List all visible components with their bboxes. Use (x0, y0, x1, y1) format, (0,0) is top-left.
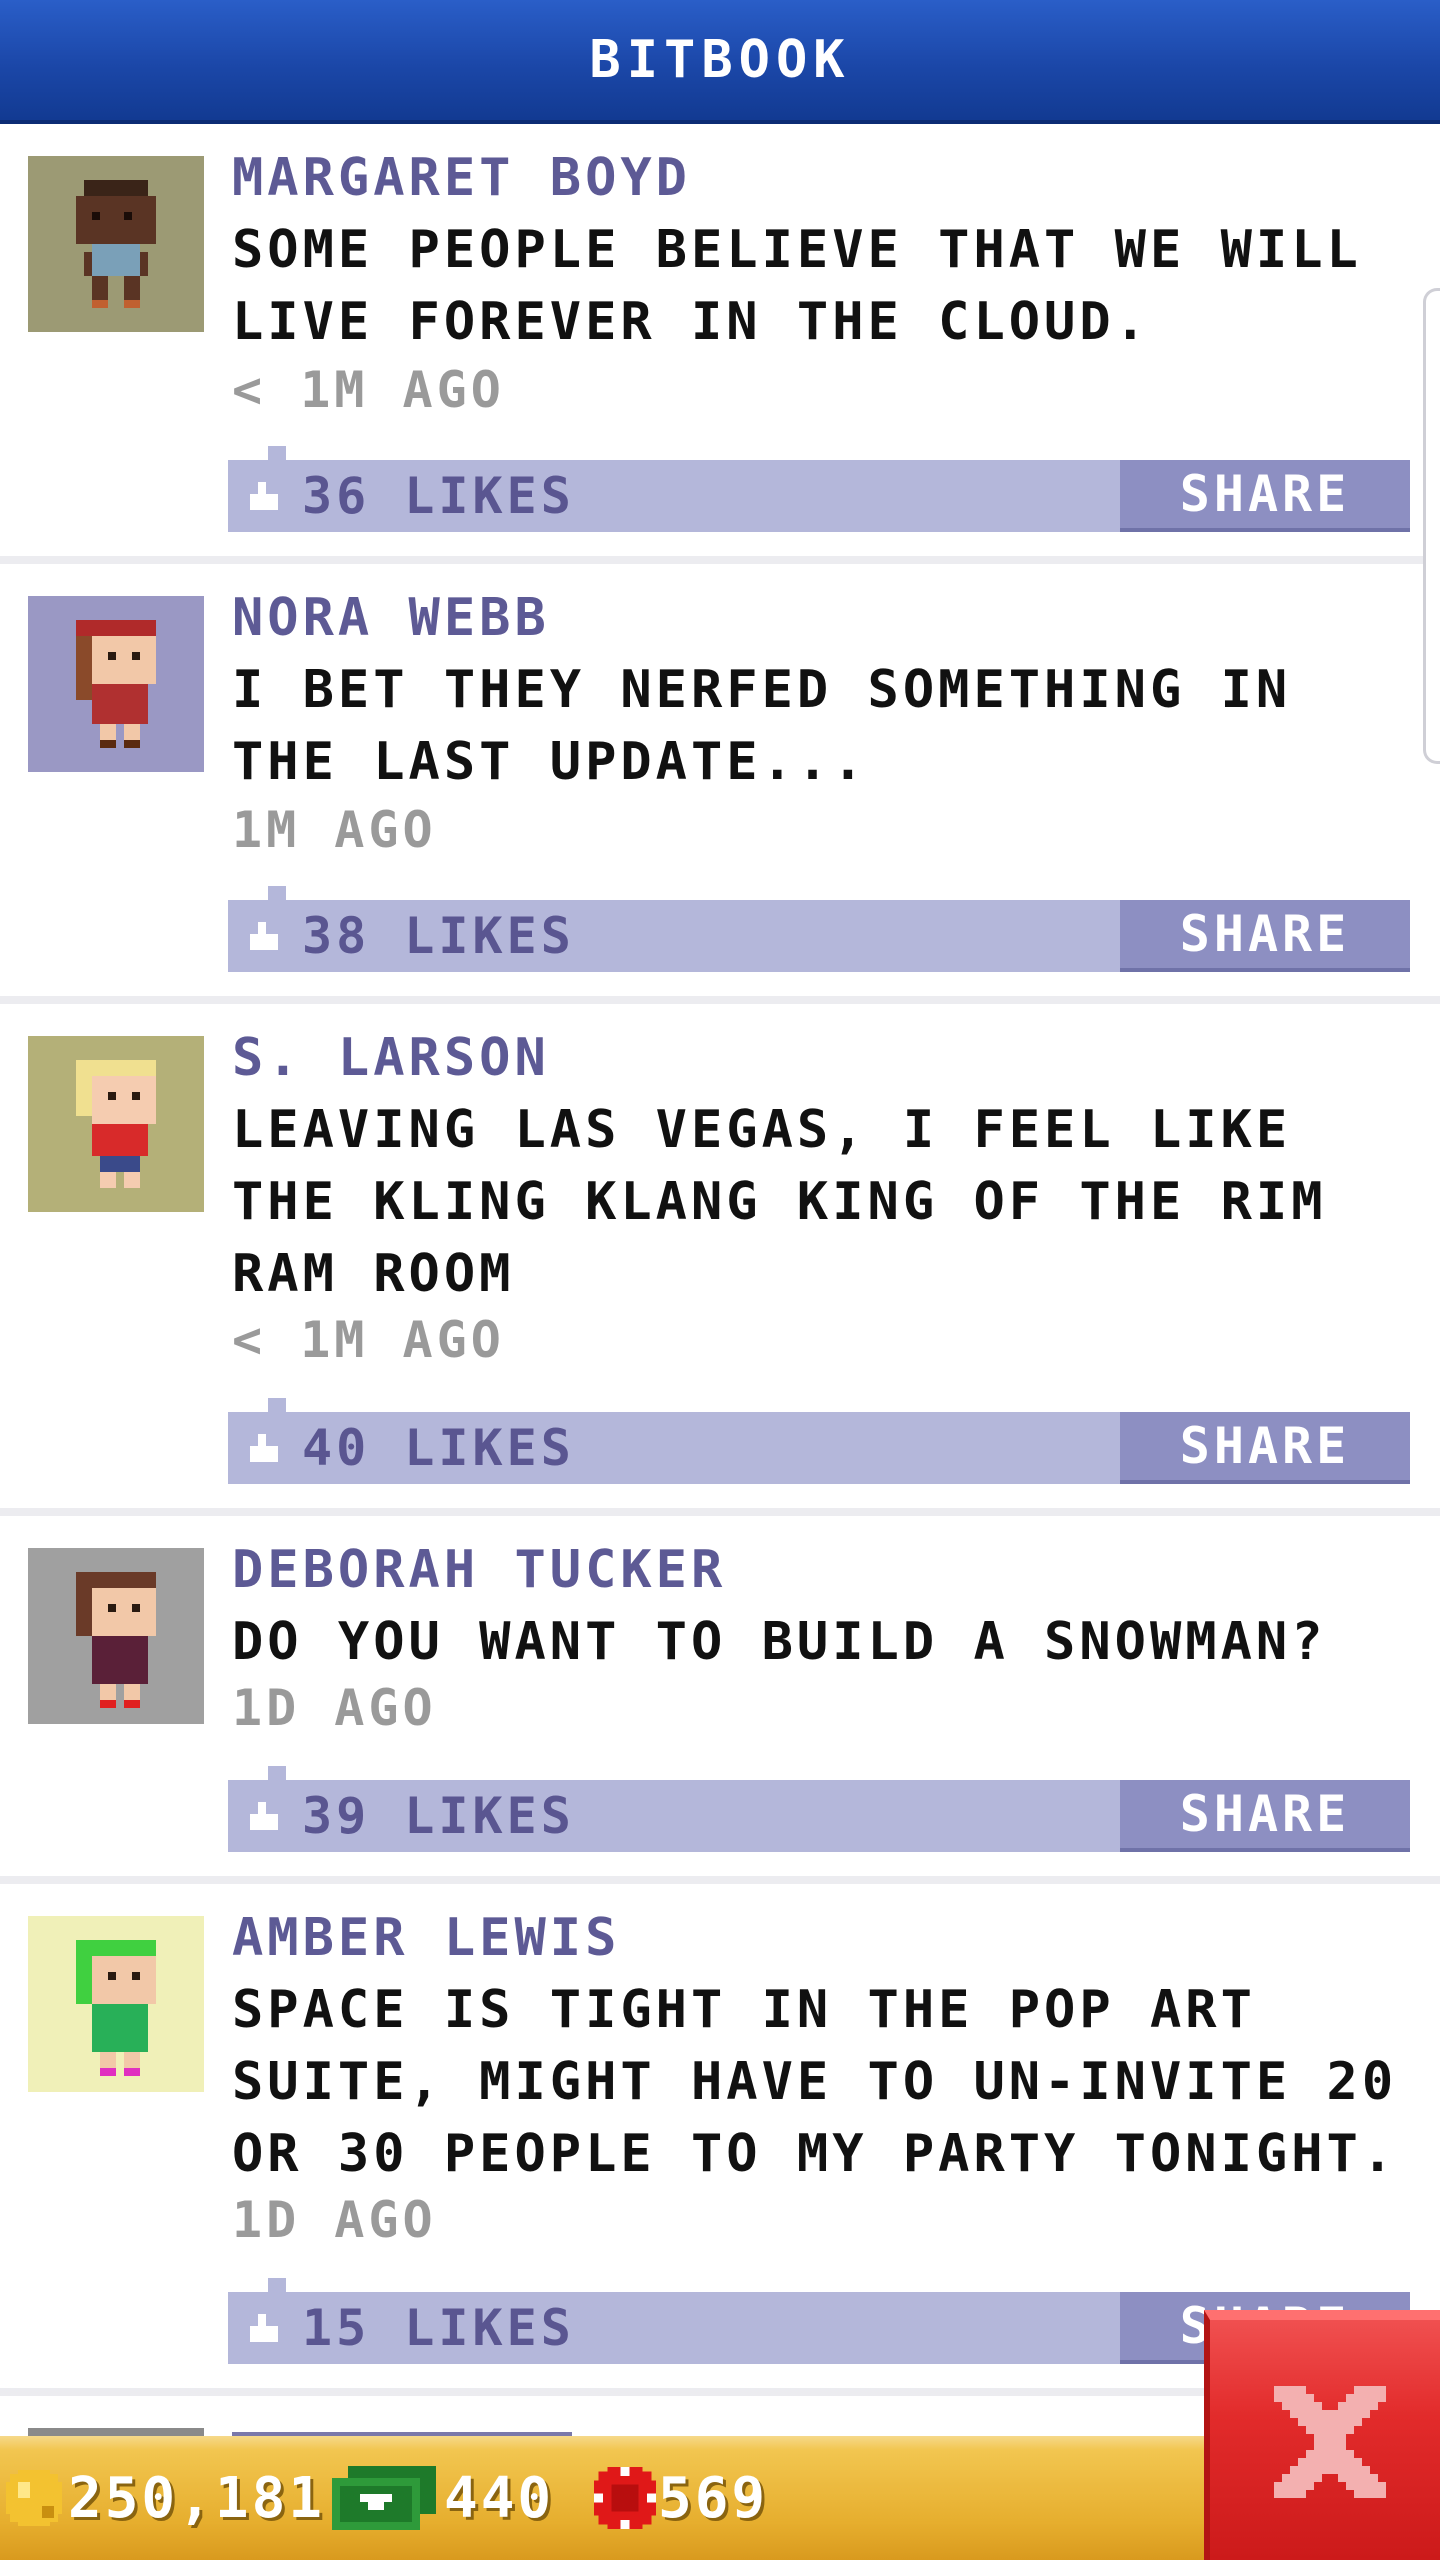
coin-icon (6, 2470, 62, 2526)
thumbs-up-icon[interactable] (246, 478, 282, 514)
bux-count: 440 (444, 2465, 555, 2531)
avatar[interactable] (28, 1916, 204, 2092)
avatar[interactable] (28, 1548, 204, 1724)
feed-post: S. LARSON LEAVING LAS VEGAS, I FEEL LIKE… (0, 1004, 1440, 1516)
close-button[interactable] (1204, 2310, 1440, 2560)
post-timestamp: 1D AGO (232, 2191, 437, 2249)
share-button[interactable]: SHARE (1120, 1780, 1410, 1852)
bux-stat: 440 (332, 2436, 554, 2560)
token-chip-icon (594, 2467, 656, 2529)
like-count[interactable]: 15 LIKES (302, 2292, 575, 2364)
like-count[interactable]: 40 LIKES (302, 1412, 575, 1484)
coins-count: 250,181 (68, 2465, 326, 2531)
like-count[interactable]: 36 LIKES (302, 460, 575, 532)
feed-list[interactable]: MARGARET BOYD SOME PEOPLE BELIEVE THAT W… (0, 124, 1440, 2436)
app-title: BITBOOK (589, 30, 851, 90)
coins-stat: 250,181 (6, 2436, 325, 2560)
like-count[interactable]: 38 LIKES (302, 900, 575, 972)
like-count[interactable]: 39 LIKES (302, 1780, 575, 1852)
post-text: DO YOU WANT TO BUILD A SNOWMAN? (232, 1612, 1327, 1672)
post-timestamp: < 1M AGO (232, 1311, 505, 1369)
like-bar: 38 LIKES SHARE (228, 886, 1410, 972)
post-author[interactable]: MARGARET BOYD (232, 146, 691, 210)
tokens-stat: 569 (594, 2436, 768, 2560)
like-bar: 36 LIKES SHARE (228, 446, 1410, 532)
post-author[interactable]: NORA WEBB (232, 586, 550, 650)
post-text: SPACE IS TIGHT IN THE POP ART SUITE, MIG… (232, 1980, 1398, 2184)
app-header: BITBOOK (0, 0, 1440, 124)
post-timestamp: < 1M AGO (232, 361, 505, 419)
post-author[interactable]: AMBER LEWIS (232, 1906, 620, 1970)
avatar[interactable] (28, 1036, 204, 1212)
feed-post: DEBORAH TUCKER DO YOU WANT TO BUILD A SN… (0, 1516, 1440, 1884)
share-button[interactable]: SHARE (1120, 900, 1410, 972)
feed-post: MARGARET BOYD SOME PEOPLE BELIEVE THAT W… (0, 124, 1440, 564)
post-author[interactable]: DEBORAH TUCKER (232, 1538, 726, 1602)
share-button[interactable]: SHARE (1120, 460, 1410, 532)
thumbs-up-icon[interactable] (246, 1430, 282, 1466)
post-timestamp: 1D AGO (232, 1679, 437, 1737)
tokens-count: 569 (658, 2465, 769, 2531)
close-x-icon (1274, 2386, 1386, 2498)
post-text: SOME PEOPLE BELIEVE THAT WE WILL LIVE FO… (232, 220, 1362, 352)
bux-bill-icon (332, 2466, 436, 2530)
avatar[interactable] (28, 596, 204, 772)
share-button[interactable]: SHARE (1120, 1412, 1410, 1484)
thumbs-up-icon[interactable] (246, 2310, 282, 2346)
feed-post: NORA WEBB I BET THEY NERFED SOMETHING IN… (0, 564, 1440, 1004)
post-text: I BET THEY NERFED SOMETHING IN THE LAST … (232, 660, 1292, 792)
post-author[interactable]: S. LARSON (232, 1026, 550, 1090)
thumbs-up-icon[interactable] (246, 918, 282, 954)
thumbs-up-icon[interactable] (246, 1798, 282, 1834)
post-text: LEAVING LAS VEGAS, I FEEL LIKE THE KLING… (232, 1100, 1327, 1304)
like-bar: 40 LIKES SHARE (228, 1398, 1410, 1484)
like-bar: 39 LIKES SHARE (228, 1766, 1410, 1852)
post-timestamp: 1M AGO (232, 801, 437, 859)
avatar[interactable] (28, 156, 204, 332)
scrollbar[interactable] (1423, 288, 1440, 764)
